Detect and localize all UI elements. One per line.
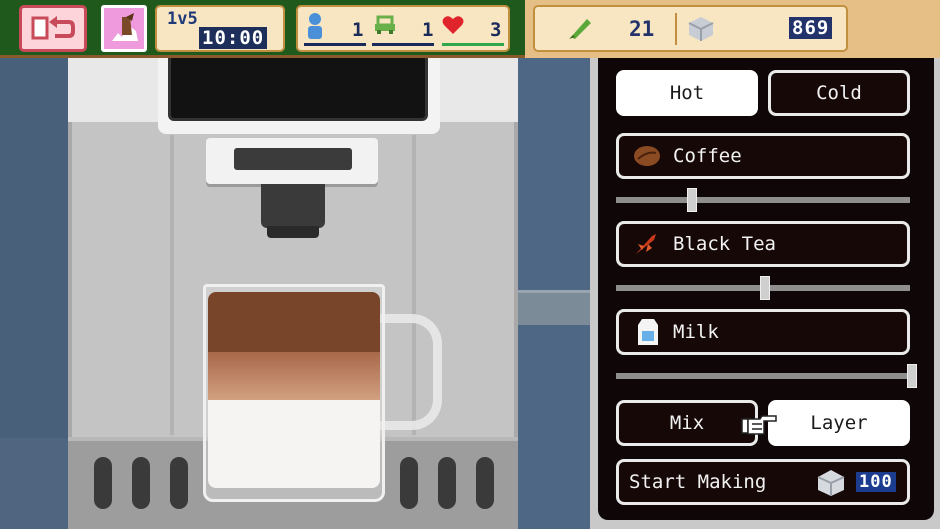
start-making-label: Start Making — [629, 471, 767, 493]
heart-count: 3 — [490, 19, 502, 41]
event-icon — [108, 11, 142, 47]
car-count: 1 — [422, 19, 434, 41]
cold-button[interactable]: Cold — [768, 70, 910, 116]
coffee-bean-icon — [634, 146, 660, 166]
tea-layer — [208, 352, 380, 400]
return-icon — [31, 16, 75, 40]
pointing-hand-icon — [741, 415, 777, 435]
car-underline — [372, 43, 434, 46]
back-wall-left — [0, 58, 70, 438]
customer-underline — [304, 43, 366, 46]
sugar-count: 869 — [789, 17, 833, 39]
cost-badge: 100 — [856, 472, 896, 492]
coffee-slider-track[interactable] — [616, 197, 910, 203]
event-button[interactable] — [101, 5, 147, 52]
milk-slider-track[interactable] — [616, 373, 910, 379]
cup-handle — [378, 314, 442, 430]
tray-slot — [400, 457, 418, 509]
layer-button[interactable]: Layer — [768, 400, 910, 446]
resources-panel: 21 869 — [533, 5, 848, 52]
spout-tip — [267, 226, 319, 238]
coffee-slider-knob[interactable] — [687, 188, 697, 212]
tea-leaf-icon — [636, 234, 656, 254]
spout — [261, 184, 325, 228]
black-tea-slider-knob[interactable] — [760, 276, 770, 300]
mix-button[interactable]: Mix — [616, 400, 758, 446]
customer-count: 1 — [352, 19, 364, 41]
coffee-label: Coffee — [673, 145, 742, 167]
day-label: 1v5 — [167, 9, 198, 29]
leaf-count: 21 — [629, 17, 655, 41]
black-tea-button[interactable]: Black Tea — [616, 221, 910, 267]
tray-slot — [132, 457, 150, 509]
leaf-icon — [569, 19, 591, 39]
machine-groove-left — [170, 135, 174, 435]
spout-slot — [234, 148, 352, 170]
date-time-panel: 1v5 10:00 — [155, 5, 285, 52]
tray-slot — [476, 457, 494, 509]
stats-panel: 1 1 3 — [296, 5, 510, 52]
return-button[interactable] — [19, 5, 87, 52]
heart-bar — [442, 43, 504, 46]
sugar-icon — [688, 17, 714, 41]
coffee-layer — [208, 292, 380, 352]
resource-divider — [675, 13, 677, 45]
tray-slot — [438, 457, 456, 509]
hot-button[interactable]: Hot — [616, 70, 758, 116]
milk-carton-icon — [638, 319, 658, 345]
counter-edge — [518, 290, 590, 325]
tray-slot — [170, 457, 188, 509]
tray-slot — [94, 457, 112, 509]
milk-slider-knob[interactable] — [907, 364, 917, 388]
milk-button[interactable]: Milk — [616, 309, 910, 355]
customer-icon — [308, 13, 322, 39]
sugar-icon — [817, 470, 845, 496]
black-tea-label: Black Tea — [673, 233, 776, 255]
milk-label: Milk — [673, 321, 719, 343]
machine-screen — [168, 58, 428, 121]
milk-layer — [208, 400, 380, 488]
car-icon — [375, 15, 395, 34]
heart-icon — [442, 16, 464, 34]
time-display: 10:00 — [199, 27, 268, 49]
